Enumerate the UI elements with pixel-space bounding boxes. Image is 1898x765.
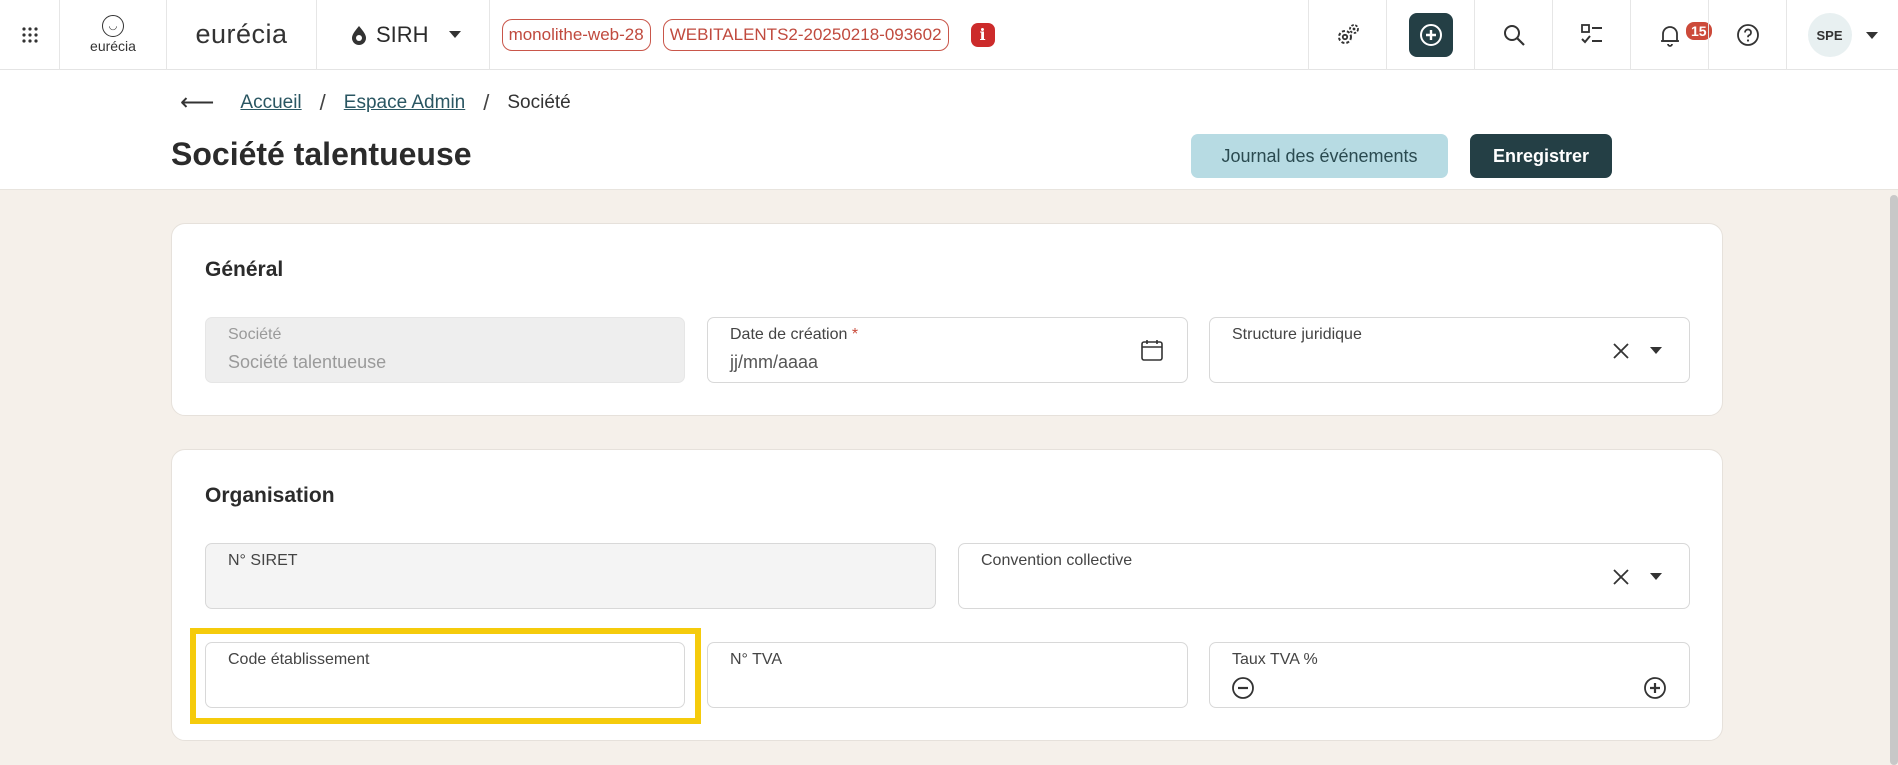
event-log-button[interactable]: Journal des événements	[1191, 134, 1448, 178]
structure-juridique-select[interactable]: Structure juridique	[1209, 317, 1690, 383]
info-icon[interactable]: i	[970, 22, 995, 47]
help-icon	[1736, 24, 1759, 46]
help-button[interactable]	[1708, 0, 1786, 70]
breadcrumb-espace-admin[interactable]: Espace Admin	[344, 92, 465, 114]
general-section: Général Société Société talentueuse Date…	[171, 223, 1723, 416]
breadcrumb-separator: /	[483, 89, 490, 115]
plus-circle-icon	[1419, 24, 1442, 46]
breadcrumb-separator: /	[319, 89, 326, 115]
settings-button[interactable]	[1308, 0, 1386, 70]
top-bar: ◡ eurécia eurécia SIRH monolithe-web-28 …	[0, 0, 1898, 70]
gears-icon	[1337, 24, 1359, 44]
plus-icon[interactable]	[1644, 677, 1666, 699]
general-title: Général	[205, 258, 284, 281]
clear-icon[interactable]	[1612, 342, 1630, 360]
tva-number-field[interactable]: N° TVA	[707, 642, 1188, 708]
societe-label: Société	[228, 326, 282, 343]
required-marker: *	[851, 326, 859, 343]
date-creation-field[interactable]: Date de création * jj/mm/aaaa	[707, 317, 1188, 383]
notifications-button[interactable]: 15	[1630, 0, 1712, 70]
chevron-down-icon	[448, 31, 461, 38]
module-selector[interactable]: SIRH	[317, 0, 490, 70]
top-actions: 15 SPE	[1308, 0, 1898, 70]
save-button[interactable]: Enregistrer	[1470, 134, 1612, 178]
env-tag-build: WEBITALENTS2-20250218-093602	[662, 18, 949, 51]
page-title: Société talentueuse	[171, 136, 472, 172]
calendar-icon[interactable]	[1140, 338, 1164, 362]
convention-collective-label: Convention collective	[981, 552, 1133, 569]
app-grid-button[interactable]	[0, 0, 60, 70]
avatar: SPE	[1807, 13, 1852, 57]
eurecia-logo: eurécia	[167, 0, 317, 70]
env-tag-server: monolithe-web-28	[501, 18, 651, 51]
search-icon	[1503, 25, 1525, 46]
page-header: ⟵ Accueil / Espace Admin / Société Socié…	[0, 70, 1898, 190]
tasks-button[interactable]	[1552, 0, 1630, 70]
scrollbar[interactable]	[1890, 195, 1898, 765]
smiley-logo-icon: ◡	[102, 15, 124, 37]
focus-highlight	[190, 628, 701, 724]
date-creation-placeholder: jj/mm/aaaa	[730, 352, 819, 372]
tva-number-label: N° TVA	[730, 651, 783, 668]
convention-collective-select[interactable]: Convention collective	[958, 543, 1690, 609]
breadcrumb-current: Société	[507, 91, 571, 113]
create-button[interactable]	[1386, 0, 1474, 70]
breadcrumb: ⟵ Accueil / Espace Admin / Société	[180, 88, 571, 117]
bell-icon	[1660, 26, 1679, 47]
chevron-down-icon[interactable]	[1650, 573, 1662, 581]
chevron-down-icon	[1865, 31, 1878, 39]
user-menu[interactable]: SPE	[1786, 0, 1898, 70]
structure-juridique-label: Structure juridique	[1232, 326, 1362, 343]
back-arrow-icon[interactable]: ⟵	[180, 88, 214, 117]
eurecia-logo-small[interactable]: ◡ eurécia	[60, 0, 167, 70]
minus-icon[interactable]	[1232, 677, 1254, 699]
module-label: SIRH	[376, 21, 429, 47]
societe-value: Société talentueuse	[228, 352, 387, 372]
organisation-title: Organisation	[205, 484, 335, 507]
grid-icon	[21, 26, 38, 43]
checklist-icon	[1580, 24, 1602, 44]
siret-label: N° SIRET	[228, 552, 298, 569]
taux-tva-stepper[interactable]: Taux TVA %	[1209, 642, 1690, 708]
clear-icon[interactable]	[1612, 568, 1630, 586]
chevron-down-icon[interactable]	[1650, 347, 1662, 355]
breadcrumb-accueil[interactable]: Accueil	[240, 92, 301, 114]
taux-tva-label: Taux TVA %	[1232, 651, 1318, 668]
date-creation-label: Date de création	[730, 326, 848, 343]
siret-field[interactable]: N° SIRET	[205, 543, 936, 609]
societe-field: Société Société talentueuse	[205, 317, 685, 383]
logo-small-text: eurécia	[90, 38, 136, 54]
search-button[interactable]	[1474, 0, 1552, 70]
drop-module-icon	[352, 25, 366, 45]
